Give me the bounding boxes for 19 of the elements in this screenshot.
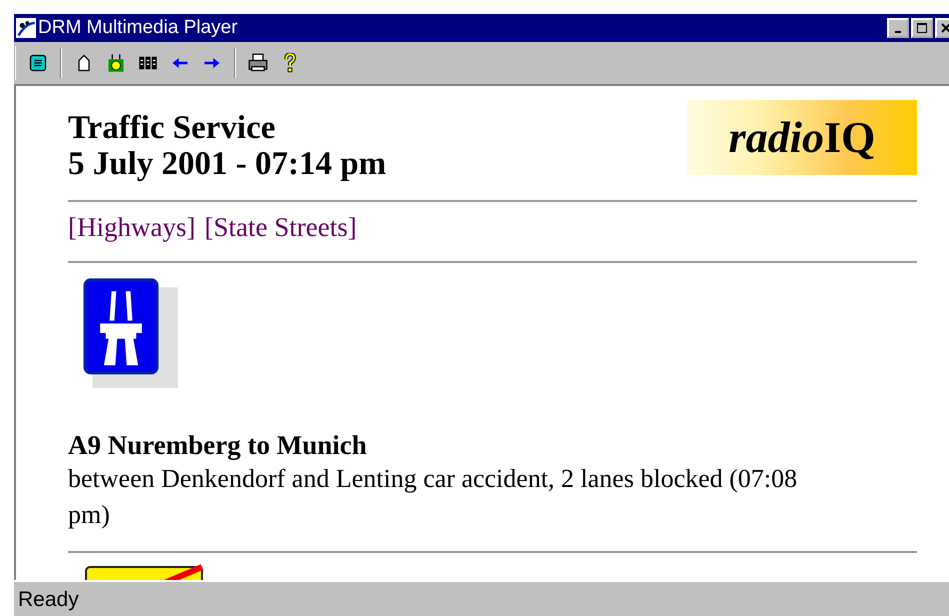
- motorway-sign-icon: [83, 277, 178, 389]
- section-link[interactable]: [State Streets]: [204, 212, 357, 243]
- incident-text: between Denkendorf and Lenting car accident, 2 lanes blocked (07:08 pm): [68, 463, 798, 531]
- logo: radioIQ: [687, 100, 917, 175]
- minimize-icon: [895, 31, 901, 33]
- road-heading: A9 Nuremberg to Munich: [68, 429, 368, 461]
- smiley-icon: [106, 53, 126, 73]
- section-link[interactable]: [Highways]: [68, 212, 196, 243]
- app-icon: [16, 18, 36, 38]
- list-icon: [28, 53, 48, 73]
- maximize-icon: [917, 23, 927, 33]
- date-time: 5 July 2001 - 07:14 pm: [68, 146, 386, 182]
- status-text: Ready: [18, 588, 79, 612]
- print-icon: [248, 53, 268, 73]
- minimize-button[interactable]: [887, 18, 909, 38]
- page-title: Traffic Service: [68, 110, 276, 146]
- close-icon: [941, 23, 949, 33]
- window-title: DRM Multimedia Player: [38, 17, 239, 39]
- maximize-button[interactable]: [911, 18, 933, 38]
